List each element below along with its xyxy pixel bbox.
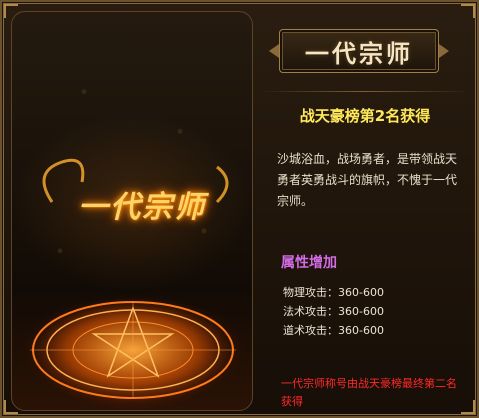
- title-info-window: 一代宗师 一代宗师 战天豪榜第2名获得 沙城浴血，战场勇者，是带领战天勇者英勇战…: [0, 0, 479, 418]
- stat-label: 法术攻击：: [283, 305, 338, 318]
- title-info-panel: 一代宗师 战天豪榜第2名获得 沙城浴血，战场勇者，是带领战天勇者英勇战斗的旗帜，…: [259, 11, 471, 411]
- stat-row: 物理攻击： 360-600: [283, 283, 384, 302]
- title-calligraphy: 一代宗师: [78, 190, 206, 225]
- title-art-panel: 一代宗师: [11, 11, 253, 411]
- stat-label: 物理攻击：: [283, 286, 338, 299]
- stat-value: 360-600: [338, 286, 384, 299]
- stat-value: 360-600: [338, 324, 384, 337]
- banner-title: 一代宗师: [305, 38, 413, 68]
- stat-row: 道术攻击： 360-600: [283, 321, 384, 340]
- acquisition-subtitle: 战天豪榜第2名获得: [299, 107, 431, 125]
- stat-row: 法术攻击： 360-600: [283, 302, 384, 321]
- title-description: 沙城浴血，战场勇者，是带领战天勇者英勇战斗的旗帜，不愧于一代宗师。: [277, 152, 458, 208]
- stat-label: 道术攻击：: [283, 324, 338, 337]
- stat-list: 物理攻击： 360-600 法术攻击： 360-600 道术攻击： 360-60…: [283, 283, 384, 340]
- attributes-heading: 属性增加: [281, 255, 337, 271]
- acquisition-note: 一代宗师称号由战天豪榜最终第二名获得: [281, 377, 457, 408]
- title-banner: 一代宗师: [279, 29, 439, 73]
- stat-value: 360-600: [338, 305, 384, 318]
- divider: [259, 91, 471, 92]
